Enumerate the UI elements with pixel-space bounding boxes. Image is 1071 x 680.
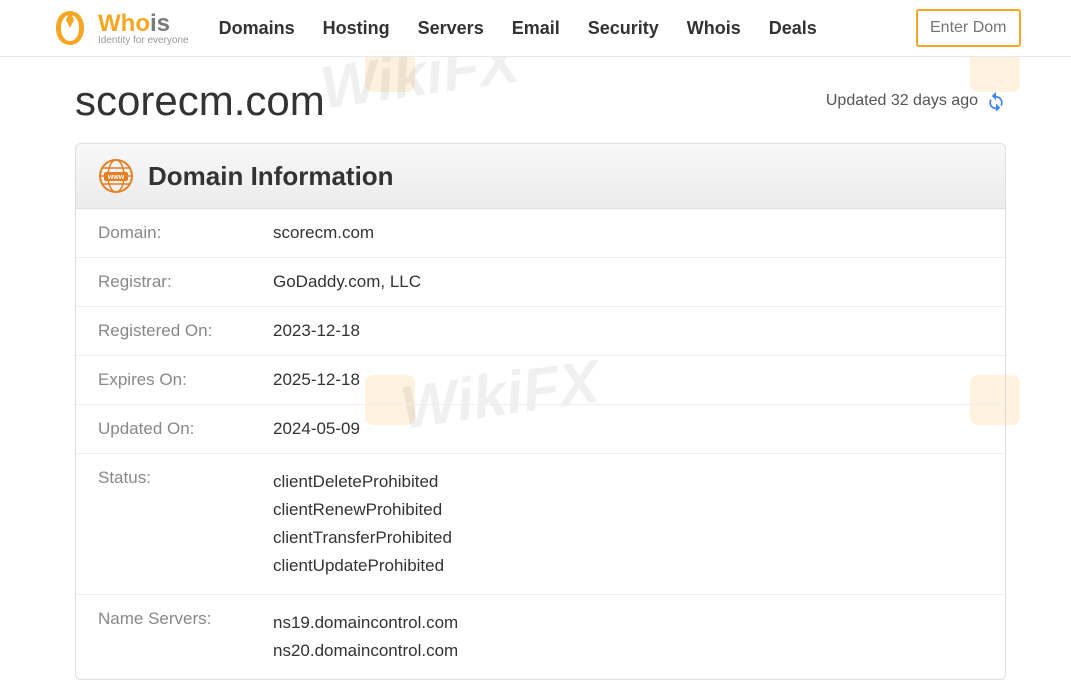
ns-label: Name Servers: xyxy=(98,609,273,665)
logo-wordmark: Whois xyxy=(98,10,189,38)
content: scorecm.com Updated 32 days ago www Doma… xyxy=(0,57,1071,680)
status-label: Status: xyxy=(98,468,273,580)
domain-value: scorecm.com xyxy=(273,223,374,243)
refresh-icon[interactable] xyxy=(986,91,1006,111)
status-item: clientDeleteProhibited xyxy=(273,468,452,496)
svg-text:www: www xyxy=(107,174,125,181)
domain-title: scorecm.com xyxy=(75,77,325,125)
nav-hosting[interactable]: Hosting xyxy=(323,18,390,39)
nav-domains[interactable]: Domains xyxy=(219,18,295,39)
row-status: Status: clientDeleteProhibited clientRen… xyxy=(76,454,1005,595)
status-item: clientUpdateProhibited xyxy=(273,552,452,580)
domain-info-panel: www Domain Information Domain: scorecm.c… xyxy=(75,143,1006,680)
registered-value: 2023-12-18 xyxy=(273,321,360,341)
logo-icon xyxy=(50,8,90,48)
title-row: scorecm.com Updated 32 days ago xyxy=(75,77,1006,125)
registrar-value: GoDaddy.com, LLC xyxy=(273,272,421,292)
registered-label: Registered On: xyxy=(98,321,273,341)
logo[interactable]: Whois Identity for everyone xyxy=(50,8,189,48)
row-domain: Domain: scorecm.com xyxy=(76,209,1005,258)
expires-value: 2025-12-18 xyxy=(273,370,360,390)
nav: Domains Hosting Servers Email Security W… xyxy=(219,18,817,39)
updated-label: Updated On: xyxy=(98,419,273,439)
updated-value: 2024-05-09 xyxy=(273,419,360,439)
header: Whois Identity for everyone Domains Host… xyxy=(0,0,1071,57)
updated-info: Updated 32 days ago xyxy=(826,91,1006,111)
expires-label: Expires On: xyxy=(98,370,273,390)
row-registrar: Registrar: GoDaddy.com, LLC xyxy=(76,258,1005,307)
status-item: clientTransferProhibited xyxy=(273,524,452,552)
panel-header: www Domain Information xyxy=(76,144,1005,209)
logo-text: Whois Identity for everyone xyxy=(98,10,189,46)
nav-whois[interactable]: Whois xyxy=(687,18,741,39)
nav-servers[interactable]: Servers xyxy=(418,18,484,39)
row-registered: Registered On: 2023-12-18 xyxy=(76,307,1005,356)
search-input[interactable] xyxy=(916,9,1021,47)
nav-security[interactable]: Security xyxy=(588,18,659,39)
www-icon: www xyxy=(98,158,134,194)
updated-text: Updated 32 days ago xyxy=(826,92,978,110)
nav-email[interactable]: Email xyxy=(512,18,560,39)
ns-item: ns19.domaincontrol.com xyxy=(273,609,458,637)
ns-item: ns20.domaincontrol.com xyxy=(273,637,458,665)
panel-title: Domain Information xyxy=(148,161,394,192)
row-nameservers: Name Servers: ns19.domaincontrol.com ns2… xyxy=(76,595,1005,679)
registrar-label: Registrar: xyxy=(98,272,273,292)
domain-label: Domain: xyxy=(98,223,273,243)
logo-tagline: Identity for everyone xyxy=(98,35,189,46)
row-expires: Expires On: 2025-12-18 xyxy=(76,356,1005,405)
ns-value: ns19.domaincontrol.com ns20.domaincontro… xyxy=(273,609,458,665)
status-value: clientDeleteProhibited clientRenewProhib… xyxy=(273,468,452,580)
nav-deals[interactable]: Deals xyxy=(769,18,817,39)
row-updated: Updated On: 2024-05-09 xyxy=(76,405,1005,454)
status-item: clientRenewProhibited xyxy=(273,496,452,524)
